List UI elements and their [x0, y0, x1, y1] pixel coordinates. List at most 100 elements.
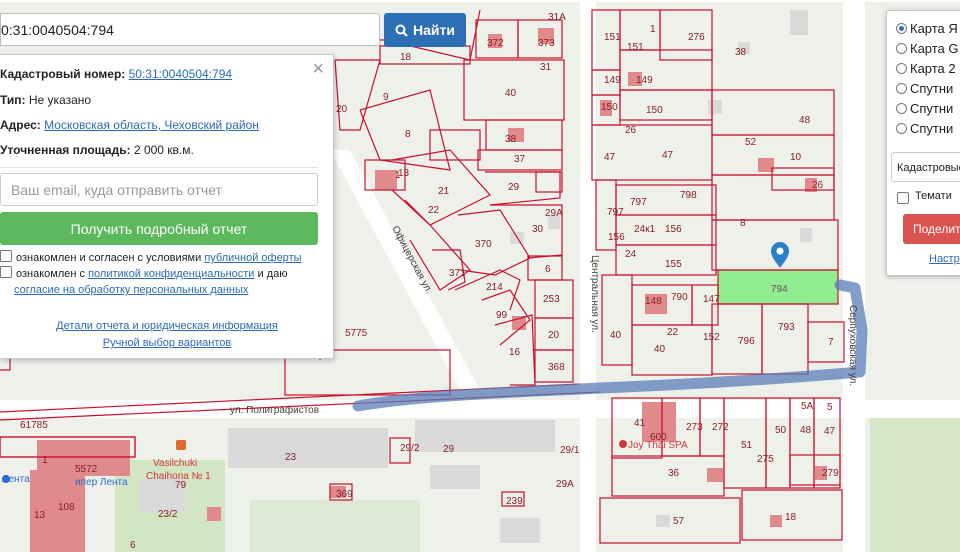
- layer-option-3[interactable]: Спутни: [910, 81, 953, 96]
- parcel-label: 29А: [545, 208, 563, 219]
- parcel-label: 797: [607, 207, 624, 218]
- parcel-label: 52: [745, 137, 757, 148]
- area-row: Уточненная площадь: 2 000 кв.м.: [0, 143, 194, 157]
- cadastral-link[interactable]: 50:31:0040504:794: [129, 67, 232, 81]
- parcel-label: 47: [604, 152, 616, 163]
- layer-option-4[interactable]: Спутни: [910, 101, 953, 116]
- parcel-label: 7: [828, 337, 834, 348]
- personal-data-link[interactable]: согласие на обработку персональных данны…: [14, 284, 248, 296]
- offer-checkbox[interactable]: [0, 250, 12, 262]
- parcel-label: 31А: [548, 12, 566, 23]
- parcel-label: 31: [540, 62, 552, 73]
- parcel-label: 796: [738, 336, 755, 347]
- layer-radio-5[interactable]: [896, 123, 907, 134]
- parcel-label: 18: [785, 512, 797, 523]
- parcel-label: 6: [545, 264, 551, 275]
- parcel-label: 23: [285, 452, 297, 463]
- parcel-label: 38: [735, 47, 747, 58]
- divider: [0, 167, 318, 168]
- parcel-label: 26: [812, 180, 824, 191]
- parcel-label: 9: [383, 92, 389, 103]
- parcel-label: 48: [799, 115, 811, 126]
- parcel-label: 150: [646, 105, 663, 116]
- parcel-label: 5775: [345, 328, 368, 339]
- parcel-label: 152: [703, 332, 720, 343]
- email-field[interactable]: Ваш email, куда отправить отчет: [0, 173, 318, 206]
- poi-label[interactable]: Joy Thai SPA: [628, 440, 688, 451]
- layer-option-1[interactable]: Карта G: [910, 41, 959, 56]
- poi-label[interactable]: Chaihona № 1: [146, 471, 211, 482]
- parcel-label: 23/2: [158, 509, 178, 520]
- parcel-label: 29: [443, 444, 455, 455]
- parcel-label: 253: [543, 294, 560, 305]
- layer-radio-1[interactable]: [896, 43, 907, 54]
- parcel-label: 20: [548, 330, 560, 341]
- parcel-label: 37: [514, 154, 526, 165]
- layer-option-2[interactable]: Карта 2: [910, 61, 956, 76]
- get-report-button[interactable]: Получить подробный отчет: [0, 212, 318, 245]
- parcel-label: 1: [42, 455, 48, 466]
- parcel-label: 99: [496, 310, 508, 321]
- parcel-label: 6: [130, 540, 136, 551]
- parcel-label: 214: [486, 282, 503, 293]
- parcel-label: 30: [532, 224, 544, 235]
- layer-radio-2[interactable]: [896, 63, 907, 74]
- parcel-label: 798: [680, 190, 697, 201]
- parcel-label: 18: [400, 52, 412, 63]
- parcel-label: 24: [625, 249, 637, 260]
- parcel-label: 373: [538, 38, 555, 49]
- consent-offer: ознакомлен и согласен с условиями публич…: [0, 250, 302, 266]
- offer-link[interactable]: публичной оферты: [204, 252, 301, 264]
- parcel-label: 48: [800, 425, 812, 436]
- search-icon: [395, 24, 408, 37]
- parcel-label: 151: [604, 32, 621, 43]
- layer-radio-3[interactable]: [896, 83, 907, 94]
- parcel-label: 61785: [20, 420, 48, 431]
- parcel-label: 47: [662, 150, 674, 161]
- find-button[interactable]: Найти: [384, 13, 466, 47]
- parcel-label: 21: [438, 186, 450, 197]
- parcel-label: 370: [475, 239, 492, 250]
- parcel-label: 156: [665, 224, 682, 235]
- privacy-checkbox[interactable]: [0, 266, 12, 278]
- parcel-label: 29/1: [560, 445, 580, 456]
- settings-link[interactable]: Настр: [929, 253, 960, 265]
- search-input[interactable]: [1, 14, 379, 45]
- details-link[interactable]: Детали отчета и юридическая информация: [0, 320, 334, 332]
- parcel-label: 275: [757, 454, 774, 465]
- search-box[interactable]: [0, 13, 380, 46]
- parcel-label: 273: [686, 422, 703, 433]
- parcel-label: 41: [634, 418, 646, 429]
- layer-radio-0[interactable]: [896, 23, 907, 34]
- parcel-label: 149: [604, 75, 621, 86]
- layer-radio-4[interactable]: [896, 103, 907, 114]
- type-row: Тип: Не указано: [0, 93, 92, 107]
- parcel-label: 57: [673, 516, 685, 527]
- parcel-label: 239: [506, 496, 523, 507]
- parcel-label: 26: [625, 125, 637, 136]
- parcel-label: 8: [740, 218, 746, 229]
- cadastral-layer-select[interactable]: Кадастровые: [891, 152, 960, 182]
- poi-label[interactable]: Vasilchuki: [153, 458, 197, 469]
- privacy-link[interactable]: политикой конфиденциальности: [88, 268, 254, 280]
- parcel-label: 790: [671, 292, 688, 303]
- parcel-label: 797: [630, 197, 647, 208]
- share-button[interactable]: Поделит: [903, 214, 960, 244]
- thematic-checkbox[interactable]: [897, 192, 909, 204]
- parcel-label: 47: [824, 426, 836, 437]
- parcel-label: 16: [509, 347, 521, 358]
- layer-option-0[interactable]: Карта Я: [910, 21, 958, 36]
- address-link[interactable]: Московская область, Чеховский район: [44, 118, 259, 132]
- parcel-label: 8: [405, 129, 411, 140]
- parcel-label: 155: [665, 259, 682, 270]
- layer-option-5[interactable]: Спутни: [910, 121, 953, 136]
- close-icon[interactable]: ×: [312, 59, 324, 79]
- parcel-label: 51: [741, 440, 753, 451]
- parcel-label: 29А: [556, 479, 574, 490]
- find-button-label: Найти: [413, 22, 455, 38]
- parcel-label: 147: [703, 294, 720, 305]
- manual-select-link[interactable]: Ручной выбор вариантов: [0, 337, 334, 349]
- parcel-label: 793: [778, 322, 795, 333]
- poi-label[interactable]: ипер Лента: [75, 477, 128, 488]
- parcel-label: 40: [505, 88, 517, 99]
